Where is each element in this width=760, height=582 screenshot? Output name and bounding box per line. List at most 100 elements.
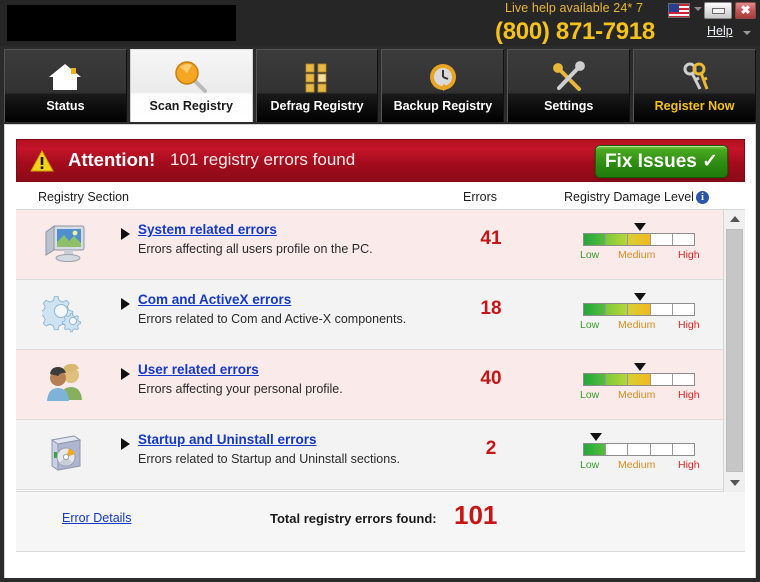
minimize-button[interactable]: [704, 2, 732, 19]
scroll-down-button[interactable]: [724, 474, 745, 492]
expand-arrow-icon[interactable]: [121, 438, 130, 450]
application-window: Live help available 24* 7 (800) 871-7918…: [0, 0, 760, 582]
meter-segment: [651, 234, 673, 245]
scrollbar-thumb[interactable]: [726, 229, 743, 472]
expand-arrow-icon[interactable]: [121, 228, 130, 240]
warning-triangle-icon: [30, 150, 54, 172]
chevron-down-icon: [730, 480, 740, 486]
meter-segment: [673, 444, 694, 455]
expand-arrow-icon[interactable]: [121, 368, 130, 380]
table-row[interactable]: System related errors Errors affecting a…: [16, 210, 723, 280]
meter-segment: [606, 234, 628, 245]
row-title-link[interactable]: Com and ActiveX errors: [138, 292, 291, 307]
meter-segment: [584, 444, 606, 455]
tab-settings[interactable]: Settings: [507, 49, 630, 122]
row-title-link[interactable]: System related errors: [138, 222, 277, 237]
home-icon: [44, 57, 86, 97]
damage-pointer-icon: [590, 433, 602, 441]
row-description: Errors related to Com and Active-X compo…: [138, 312, 406, 326]
damage-meter-track: [583, 303, 695, 316]
table-row[interactable]: Com and ActiveX errors Errors related to…: [16, 280, 723, 350]
us-flag-icon[interactable]: [668, 3, 690, 18]
meter-segment: [584, 304, 606, 315]
meter-label-low: Low: [580, 319, 599, 331]
meter-label-high: High: [678, 389, 700, 401]
meter-segment: [628, 444, 650, 455]
scroll-up-button[interactable]: [724, 210, 745, 228]
tab-register-now[interactable]: Register Now: [633, 49, 756, 122]
meter-segment: [651, 444, 673, 455]
meter-segment: [651, 374, 673, 385]
table-row[interactable]: Startup and Uninstall errors Errors rela…: [16, 420, 723, 490]
tab-scan-registry[interactable]: Scan Registry: [130, 49, 253, 122]
meter-label-high: High: [678, 459, 700, 471]
meter-segment: [651, 304, 673, 315]
meter-label-high: High: [678, 319, 700, 331]
rows-container: System related errors Errors affecting a…: [16, 210, 723, 492]
help-chevron-down-icon[interactable]: [743, 31, 751, 35]
row-error-count: 2: [436, 438, 546, 460]
main-tab-bar: Status Scan Registry: [0, 46, 760, 124]
damage-meter-track: [583, 233, 695, 246]
meter-segment: [606, 444, 628, 455]
expand-arrow-icon[interactable]: [121, 298, 130, 310]
meter-label-medium: Medium: [618, 319, 655, 331]
tab-scan-registry-label: Scan Registry: [150, 99, 233, 113]
live-help-text: Live help available 24* 7: [498, 1, 650, 15]
damage-pointer-icon: [634, 223, 646, 231]
tab-defrag-registry-label: Defrag Registry: [271, 99, 364, 113]
meter-labels: Low Medium High: [578, 459, 702, 473]
meter-segment: [628, 374, 650, 385]
blocks-icon: [296, 57, 338, 97]
flag-canton: [669, 4, 679, 12]
tab-settings-label: Settings: [544, 99, 593, 113]
damage-meter: Low Medium High: [572, 432, 712, 478]
title-bar: Live help available 24* 7 (800) 871-7918…: [0, 0, 760, 46]
damage-meter: Low Medium High: [572, 292, 712, 338]
table-row[interactable]: User related errors Errors affecting you…: [16, 350, 723, 420]
damage-meter-track: [583, 443, 695, 456]
fix-issues-button-top[interactable]: Fix Issues ✓: [595, 145, 728, 178]
row-title-link[interactable]: User related errors: [138, 362, 259, 377]
meter-label-low: Low: [580, 389, 599, 401]
cd-box-icon: [42, 432, 90, 476]
tab-defrag-registry[interactable]: Defrag Registry: [256, 49, 379, 122]
column-header-damage-level: Registry Damage Level: [564, 190, 694, 204]
damage-meter-track: [583, 373, 695, 386]
damage-meter: Low Medium High: [572, 362, 712, 408]
row-title-link[interactable]: Startup and Uninstall errors: [138, 432, 317, 447]
meter-label-medium: Medium: [618, 459, 655, 471]
meter-label-medium: Medium: [618, 389, 655, 401]
meter-segment: [673, 234, 694, 245]
close-button[interactable]: ✖: [735, 2, 756, 19]
total-errors-label: Total registry errors found:: [270, 511, 437, 526]
support-phone-number: (800) 871-7918: [470, 18, 680, 46]
tab-backup-registry-label: Backup Registry: [394, 99, 493, 113]
table-header: Registry Section Errors Registry Damage …: [16, 187, 745, 210]
column-header-registry-section: Registry Section: [38, 190, 129, 204]
list-scrollbar[interactable]: [723, 210, 745, 492]
meter-segment: [673, 374, 694, 385]
meter-segment: [584, 234, 606, 245]
meter-label-low: Low: [580, 249, 599, 261]
row-description: Errors affecting your personal profile.: [138, 382, 343, 396]
tab-status-label: Status: [46, 99, 84, 113]
help-link[interactable]: Help: [707, 24, 733, 38]
row-description: Errors affecting all users profile on th…: [138, 242, 373, 256]
panel-bottom-spacer: [5, 552, 755, 578]
minimize-icon: [712, 8, 725, 14]
tab-register-now-label: Register Now: [655, 99, 735, 113]
meter-label-high: High: [678, 249, 700, 261]
language-chevron-down-icon[interactable]: [694, 7, 702, 11]
tab-backup-registry[interactable]: Backup Registry: [381, 49, 504, 122]
content-panel: Attention! 101 registry errors found Fix…: [4, 124, 756, 578]
row-description: Errors related to Startup and Uninstall …: [138, 452, 400, 466]
tab-status[interactable]: Status: [4, 49, 127, 122]
meter-segment: [606, 304, 628, 315]
summary-footer: Error Details Total registry errors foun…: [16, 492, 745, 552]
meter-segment: [628, 234, 650, 245]
meter-segment: [628, 304, 650, 315]
info-icon[interactable]: i: [696, 191, 709, 204]
meter-segment: [606, 374, 628, 385]
error-details-link[interactable]: Error Details: [62, 511, 131, 525]
